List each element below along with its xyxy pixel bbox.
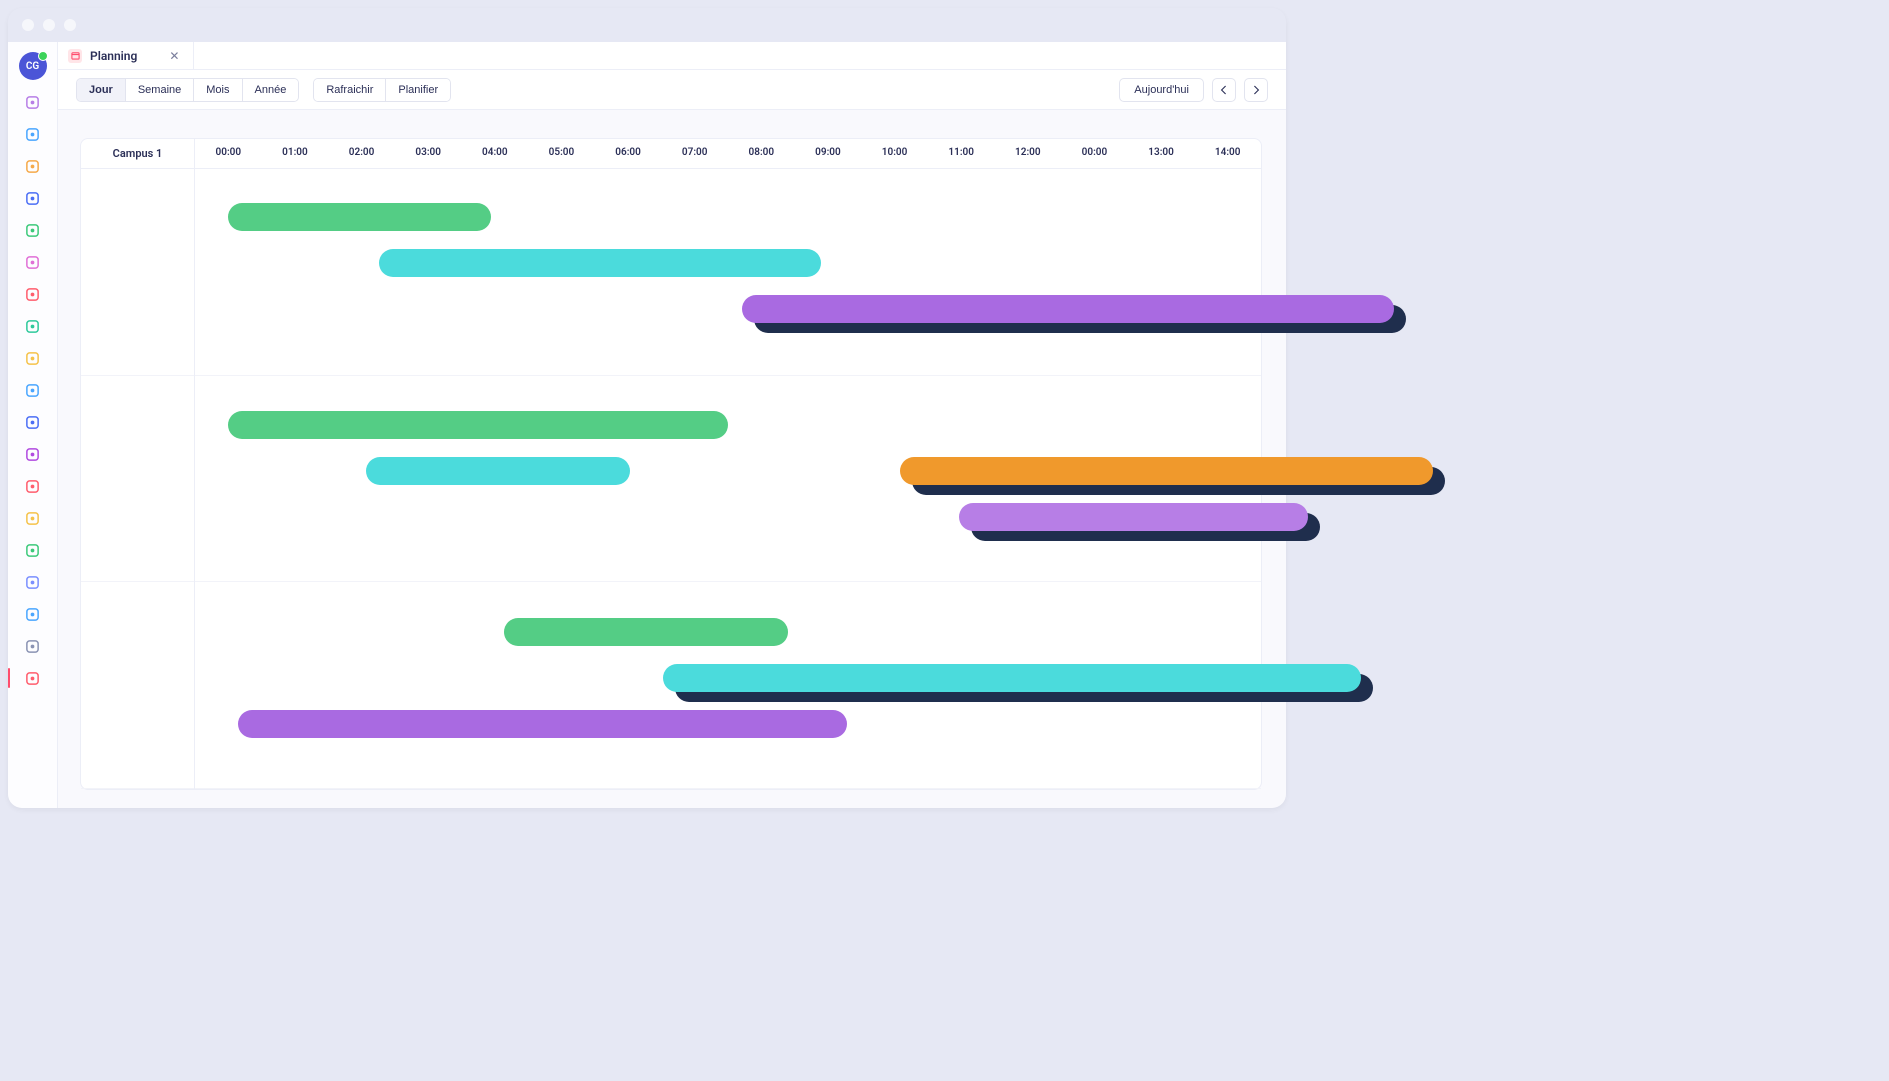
gantt-chart: Campus 1 00:0001:0002:0003:0004:0005:000…	[80, 138, 1262, 790]
app-window: CG Planning ✕ JourSemaineMoisAnnée Rafra…	[8, 8, 1286, 808]
time-tick: 10:00	[861, 147, 928, 160]
prev-button[interactable]	[1212, 78, 1236, 102]
users-icon[interactable]	[23, 92, 43, 112]
view-semaine[interactable]: Semaine	[126, 79, 194, 101]
main-area: Planning ✕ JourSemaineMoisAnnée Rafraich…	[58, 42, 1286, 808]
row-label	[81, 582, 194, 789]
bot-icon[interactable]	[23, 412, 43, 432]
time-tick: 05:00	[528, 147, 595, 160]
car-icon[interactable]	[23, 508, 43, 528]
block-icon[interactable]	[23, 284, 43, 304]
briefcase-icon[interactable]	[23, 316, 43, 336]
time-tick: 00:00	[195, 147, 262, 160]
time-tick: 04:00	[462, 147, 529, 160]
time-tick: 07:00	[661, 147, 728, 160]
calendar-icon	[68, 49, 82, 63]
trend-icon[interactable]	[23, 156, 43, 176]
comment-icon[interactable]	[23, 540, 43, 560]
toolbar: JourSemaineMoisAnnée RafraichirPlanifier…	[58, 70, 1286, 110]
resource-header: Campus 1	[81, 139, 195, 168]
titlebar	[8, 8, 1286, 42]
action-planifier[interactable]: Planifier	[386, 79, 450, 101]
window-close-dot[interactable]	[22, 19, 34, 31]
action-group: RafraichirPlanifier	[313, 78, 451, 102]
cart-icon[interactable]	[23, 252, 43, 272]
gantt-body[interactable]	[81, 169, 1261, 789]
time-axis: 00:0001:0002:0003:0004:0005:0006:0007:00…	[195, 139, 1261, 168]
planning-icon[interactable]	[23, 668, 43, 688]
fork-icon[interactable]	[23, 636, 43, 656]
barbell-icon[interactable]	[23, 188, 43, 208]
time-tick: 03:00	[395, 147, 462, 160]
row-label	[81, 376, 194, 583]
next-button[interactable]	[1244, 78, 1268, 102]
gantt-header: Campus 1 00:0001:0002:0003:0004:0005:000…	[81, 139, 1261, 169]
phone-icon[interactable]	[23, 380, 43, 400]
time-tick: 09:00	[795, 147, 862, 160]
time-tick: 06:00	[595, 147, 662, 160]
view-jour[interactable]: Jour	[77, 79, 126, 101]
time-tick: 11:00	[928, 147, 995, 160]
tab-planning[interactable]: Planning ✕	[58, 42, 194, 69]
view-mois[interactable]: Mois	[194, 79, 242, 101]
cube-icon[interactable]	[23, 444, 43, 464]
chevron-left-icon	[1220, 85, 1228, 95]
chart-icon[interactable]	[23, 220, 43, 240]
avatar[interactable]: CG	[19, 52, 47, 80]
action-rafraichir[interactable]: Rafraichir	[314, 79, 386, 101]
content-area: Campus 1 00:0001:0002:0003:0004:0005:000…	[58, 110, 1286, 808]
time-tick: 13:00	[1128, 147, 1195, 160]
chevron-right-icon	[1252, 85, 1260, 95]
sidebar: CG	[8, 42, 58, 808]
time-tick: 12:00	[995, 147, 1062, 160]
view-toggle-group: JourSemaineMoisAnnée	[76, 78, 299, 102]
view-année[interactable]: Année	[243, 79, 299, 101]
window-max-dot[interactable]	[64, 19, 76, 31]
today-button[interactable]: Aujourd'hui	[1119, 78, 1204, 102]
gear-icon[interactable]	[23, 476, 43, 496]
window-min-dot[interactable]	[43, 19, 55, 31]
doc-icon[interactable]	[23, 348, 43, 368]
time-tick: 01:00	[262, 147, 329, 160]
building-icon[interactable]	[23, 604, 43, 624]
time-tick: 14:00	[1194, 147, 1261, 160]
user-icon[interactable]	[23, 572, 43, 592]
row-label	[81, 169, 194, 376]
tab-title: Planning	[90, 49, 137, 63]
folder-icon[interactable]	[23, 124, 43, 144]
close-icon[interactable]: ✕	[165, 49, 183, 63]
time-tick: 00:00	[1061, 147, 1128, 160]
time-tick: 08:00	[728, 147, 795, 160]
time-tick: 02:00	[328, 147, 395, 160]
tabbar: Planning ✕	[58, 42, 1286, 70]
